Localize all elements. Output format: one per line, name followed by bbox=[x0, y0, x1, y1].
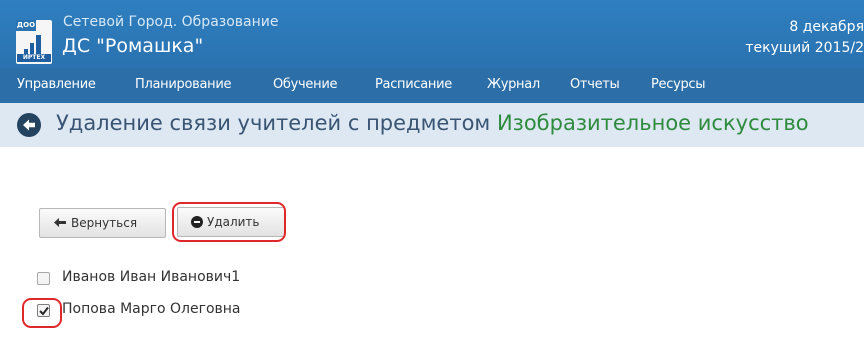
school-name: ДС "Ромашка" bbox=[62, 35, 204, 57]
current-date: 8 декабря bbox=[789, 19, 864, 35]
current-school-year[interactable]: текущий 2015/2 bbox=[664, 40, 864, 56]
nav-item-resources[interactable]: Ресурсы bbox=[651, 77, 706, 92]
logo-bars-icon bbox=[24, 33, 46, 55]
irtech-logo[interactable]: ДОО ИРТЕХ bbox=[16, 20, 52, 64]
minus-circle-icon bbox=[191, 216, 203, 228]
nav-item-journal[interactable]: Журнал bbox=[487, 77, 540, 92]
logo-bottom-label: ИРТЕХ bbox=[17, 54, 51, 62]
teacher-checkbox[interactable] bbox=[37, 304, 50, 317]
page-title: Удаление связи учителей с предметом Изоб… bbox=[56, 111, 809, 135]
delete-button-label: Удалить bbox=[207, 215, 260, 229]
arrow-left-circle-icon[interactable] bbox=[17, 113, 41, 137]
checkmark-icon bbox=[39, 306, 49, 316]
page-title-bar: Удаление связи учителей с предметом Изоб… bbox=[0, 103, 864, 147]
teacher-name: Иванов Иван Иванович1 bbox=[62, 269, 241, 285]
nav-item-planning[interactable]: Планирование bbox=[135, 77, 231, 92]
page-title-prefix: Удаление связи учителей с предметом bbox=[56, 111, 491, 135]
nav-item-management[interactable]: Управление bbox=[17, 77, 96, 92]
org-name: Сетевой Город. Образование bbox=[63, 14, 279, 30]
back-button[interactable]: Вернуться bbox=[39, 208, 166, 238]
back-button-label: Вернуться bbox=[71, 216, 138, 230]
logo-top-label: ДОО bbox=[16, 20, 36, 31]
app-header: ДОО ИРТЕХ Сетевой Город. Образование ДС … bbox=[0, 0, 864, 68]
page-title-subject: Изобразительное искусство bbox=[496, 111, 809, 135]
teacher-name: Попова Марго Олеговна bbox=[62, 301, 241, 317]
teacher-checkbox[interactable] bbox=[37, 272, 50, 285]
nav-item-learning[interactable]: Обучение bbox=[273, 77, 337, 92]
nav-item-schedule[interactable]: Расписание bbox=[375, 77, 452, 92]
delete-button[interactable]: Удалить bbox=[177, 207, 285, 237]
arrow-left-icon bbox=[54, 218, 66, 227]
nav-item-reports[interactable]: Отчеты bbox=[570, 77, 620, 92]
main-nav: Управление Планирование Обучение Расписа… bbox=[0, 68, 864, 103]
